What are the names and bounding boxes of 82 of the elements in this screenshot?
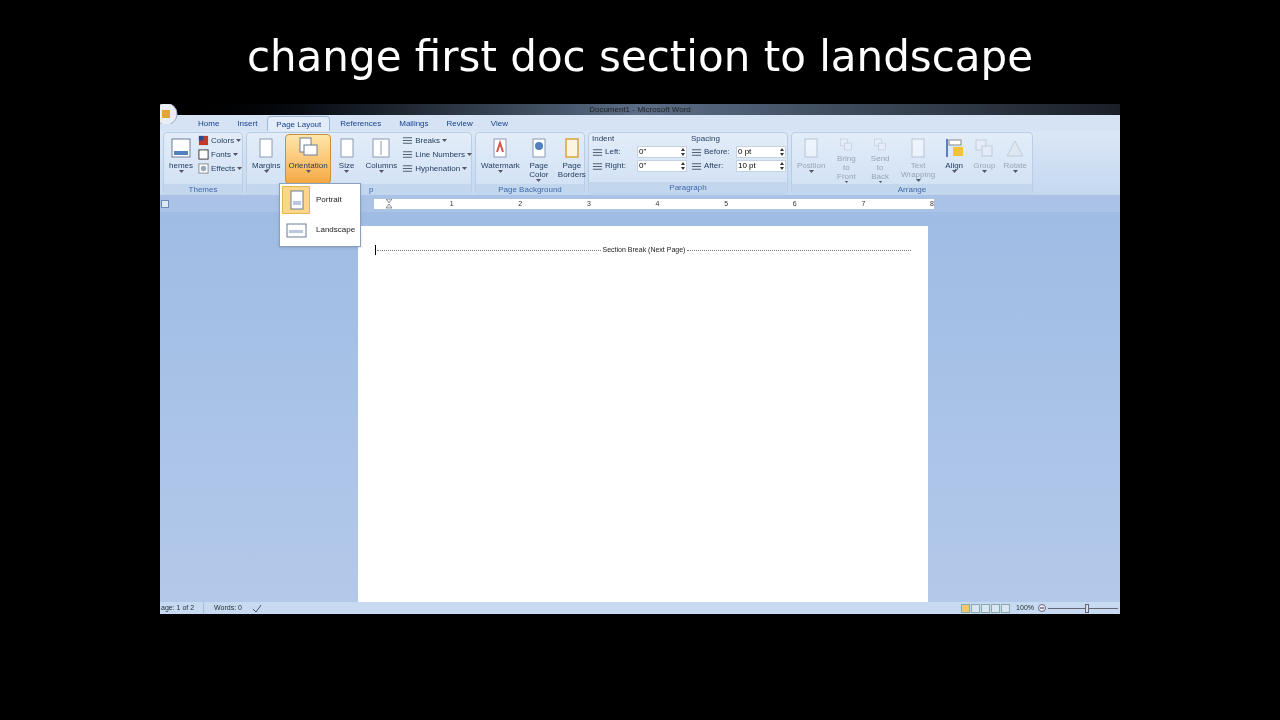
caret-icon [305,170,311,173]
caret-icon [263,170,269,173]
ribbon-button[interactable]: Align [940,134,969,184]
section-heading: Spacing [691,134,721,144]
spin-field[interactable]: 0 pt [736,146,786,158]
caret-icon [981,170,987,173]
lines-icon [402,135,414,146]
stacked-squares-icon [973,137,996,159]
ribbon-tab[interactable]: View [482,116,516,131]
ribbon-button[interactable]: hemes [166,134,196,184]
palette-icon [198,135,209,146]
caret-icon [951,170,957,173]
ruler-toggle-icon [161,199,169,208]
ribbon-small-button[interactable]: Line Numbers [402,149,472,160]
lines-icon [691,146,702,158]
caret-icon [1012,170,1018,173]
caret-icon [344,170,350,173]
indent-marker-icon [386,198,392,209]
spinner-icon [780,148,784,156]
caret-icon [378,170,384,173]
ribbon-tab[interactable]: Insert [229,116,266,131]
text-cursor [375,245,376,255]
spin-field[interactable]: 10 pt [736,160,786,172]
proofing-icon [252,603,262,613]
ribbon-small-button[interactable]: Effects [198,163,243,174]
group-label: Arrange [792,184,1032,195]
ribbon-small-button[interactable]: Breaks [402,135,472,146]
field-label: Left: [605,147,622,157]
ribbon-tab[interactable]: References [332,116,390,131]
ribbon-button[interactable]: Orientation [285,134,331,184]
zoom-slider[interactable] [1048,603,1118,613]
ribbon-tab[interactable]: Home [190,116,228,131]
align-icon [943,137,966,159]
caption: change first doc section to landscape [246,32,1034,82]
ribbon-button[interactable]: Size [332,134,361,184]
group-label: Paragraph [589,182,787,193]
caret-icon [462,167,468,170]
field-label: Right: [605,161,627,171]
ribbon-tab[interactable]: Mailings [391,116,437,131]
ribbon-small-button[interactable]: Hyphenation [402,163,472,174]
lines-icon [592,160,603,172]
caret-icon [442,139,448,142]
section-heading: Indent [592,134,616,144]
field-label: Before: [704,147,731,157]
spinner-icon [780,162,784,170]
ribbon-small-button[interactable]: Colors [198,135,243,146]
zoom-slider-thumb[interactable] [1084,603,1089,613]
ribbon-button[interactable]: Columns [362,134,401,184]
lines-icon [691,160,702,172]
group-label: Themes [164,184,242,195]
caret-icon [233,153,239,156]
window-title: Document1 - Microsoft Word [589,104,691,115]
spin-field[interactable]: 0" [637,146,687,158]
zoom-out-icon[interactable] [1038,604,1046,612]
caret-icon [178,170,184,173]
caret-icon [808,170,814,173]
columns-icon [370,137,393,159]
ribbon-tab[interactable]: Review [438,116,481,131]
pages-icon [297,137,319,159]
ribbon-button[interactable]: Page Color [524,134,553,184]
caret-icon [536,179,542,182]
caret-icon [497,170,503,173]
circle-icon [198,163,209,174]
field-label: After: [704,161,725,171]
lines-icon [402,163,414,174]
ribbon-button[interactable]: Watermark [478,134,523,184]
ribbon-button[interactable]: Page Borders [554,134,589,184]
caret-icon [915,179,921,182]
ribbon-tab[interactable]: Page Layout [267,116,331,131]
caret-icon [236,139,242,142]
lines-icon [592,146,603,158]
menu-item[interactable]: Landscape [282,216,358,244]
spin-field[interactable]: 0" [637,160,687,172]
office-orb-icon [160,104,178,124]
spinner-icon [681,162,685,170]
lines-icon [402,149,414,160]
caret-icon [467,153,472,156]
ribbon-button[interactable]: Margins [249,134,284,184]
ribbon-small-button[interactable]: Fonts [198,149,243,160]
caret-icon [237,167,243,170]
spinner-icon [681,148,685,156]
group-label: Page Background [476,184,584,195]
